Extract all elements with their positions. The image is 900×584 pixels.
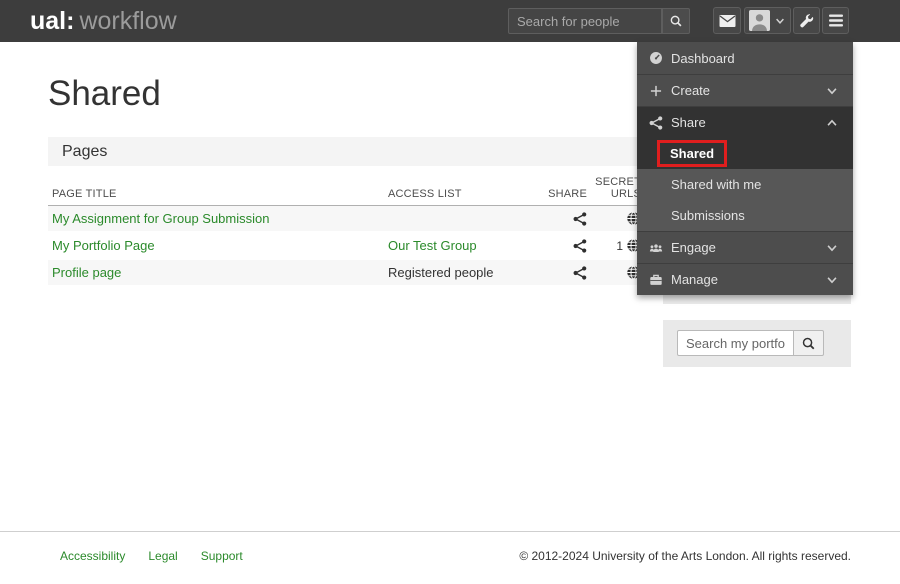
search-people-button[interactable] bbox=[662, 8, 690, 34]
top-navigation-bar: ual: workflow bbox=[0, 0, 900, 42]
magnifier-icon bbox=[801, 336, 816, 351]
menu-item-share[interactable]: Share bbox=[637, 106, 853, 138]
share-icon bbox=[649, 115, 663, 130]
logo-bold-text: ual: bbox=[30, 7, 75, 35]
people-search bbox=[508, 8, 690, 34]
admin-settings-button[interactable] bbox=[793, 7, 820, 34]
search-people-input[interactable] bbox=[508, 8, 662, 34]
footer-divider bbox=[0, 531, 900, 532]
inbox-button[interactable] bbox=[713, 7, 741, 34]
account-menu-button[interactable] bbox=[744, 7, 791, 34]
menu-item-label: Engage bbox=[671, 240, 716, 255]
menu-item-engage[interactable]: Engage bbox=[637, 231, 853, 263]
logo-light-text: workflow bbox=[79, 7, 177, 35]
share-icon[interactable] bbox=[573, 265, 587, 280]
table-row: My Assignment for Group Submission bbox=[48, 206, 648, 233]
share-icon[interactable] bbox=[573, 238, 587, 253]
page-title-link[interactable]: My Portfolio Page bbox=[52, 238, 155, 253]
tutorial-highlight-box: Shared bbox=[657, 140, 728, 167]
page-title-link[interactable]: Profile page bbox=[52, 265, 121, 280]
main-navigation-dropdown: Dashboard Create Share Shared Shared wit… bbox=[637, 42, 853, 295]
column-header-access-list: ACCESS LIST bbox=[388, 188, 462, 200]
chevron-down-icon bbox=[825, 84, 839, 98]
chevron-down-icon bbox=[774, 15, 786, 27]
footer-link-support[interactable]: Support bbox=[201, 549, 243, 563]
dashboard-gauge-icon bbox=[649, 51, 663, 65]
chevron-up-icon bbox=[825, 116, 839, 130]
menu-item-label: Dashboard bbox=[671, 50, 735, 66]
chevron-down-icon bbox=[825, 273, 839, 287]
menu-item-label: Shared bbox=[670, 146, 715, 161]
users-icon bbox=[649, 241, 663, 255]
main-menu-toggle-button[interactable] bbox=[822, 7, 849, 34]
hamburger-icon bbox=[828, 14, 843, 27]
search-portfolio-input[interactable] bbox=[677, 330, 794, 356]
magnifier-icon bbox=[669, 14, 683, 28]
shared-pages-table: PAGE TITLE ACCESS LIST SHARE SECRET URLS… bbox=[48, 176, 648, 287]
table-row: Profile page Registered people bbox=[48, 260, 648, 287]
search-portfolio-button[interactable] bbox=[794, 330, 824, 356]
menu-item-submissions[interactable]: Submissions bbox=[637, 200, 853, 231]
column-header-secret-urls: SECRET URLS bbox=[595, 176, 641, 200]
page-title-link[interactable]: My Assignment for Group Submission bbox=[52, 211, 269, 226]
column-header-share: SHARE bbox=[548, 188, 587, 200]
table-row: My Portfolio Page Our Test Group 1 bbox=[48, 233, 648, 260]
briefcase-icon bbox=[649, 273, 663, 287]
footer-link-legal[interactable]: Legal bbox=[148, 549, 177, 563]
menu-item-shared[interactable]: Shared bbox=[637, 138, 853, 169]
menu-item-label: Create bbox=[671, 83, 711, 98]
plus-icon bbox=[649, 84, 663, 98]
access-list-cell: Registered people bbox=[388, 265, 494, 280]
menu-item-label: Share bbox=[671, 115, 706, 130]
share-icon[interactable] bbox=[573, 211, 587, 226]
pages-panel: Pages PAGE TITLE ACCESS LIST SHARE SECRE… bbox=[48, 137, 648, 287]
panel-heading: Pages bbox=[48, 137, 648, 166]
footer-links: Accessibility Legal Support bbox=[60, 549, 243, 563]
menu-item-label: Shared with me bbox=[671, 177, 762, 192]
footer-link-accessibility[interactable]: Accessibility bbox=[60, 549, 125, 563]
envelope-icon bbox=[719, 14, 736, 28]
menu-item-dashboard[interactable]: Dashboard bbox=[637, 42, 853, 74]
menu-item-create[interactable]: Create bbox=[637, 74, 853, 106]
menu-item-shared-with-me[interactable]: Shared with me bbox=[637, 169, 853, 200]
portfolio-search-block bbox=[663, 320, 851, 367]
wrench-icon bbox=[799, 13, 814, 28]
secret-url-count: 1 bbox=[616, 238, 623, 253]
menu-item-label: Manage bbox=[671, 272, 718, 287]
column-header-page-title: PAGE TITLE bbox=[52, 188, 117, 200]
avatar bbox=[749, 10, 770, 31]
access-list-link[interactable]: Our Test Group bbox=[388, 238, 477, 253]
menu-item-label: Submissions bbox=[671, 208, 745, 223]
app-logo[interactable]: ual: workflow bbox=[30, 0, 177, 42]
chevron-down-icon bbox=[825, 241, 839, 255]
page-title: Shared bbox=[48, 74, 161, 113]
copyright-notice: © 2012-2024 University of the Arts Londo… bbox=[519, 549, 851, 563]
table-header-row: PAGE TITLE ACCESS LIST SHARE SECRET URLS bbox=[48, 176, 648, 206]
menu-item-manage[interactable]: Manage bbox=[637, 263, 853, 295]
